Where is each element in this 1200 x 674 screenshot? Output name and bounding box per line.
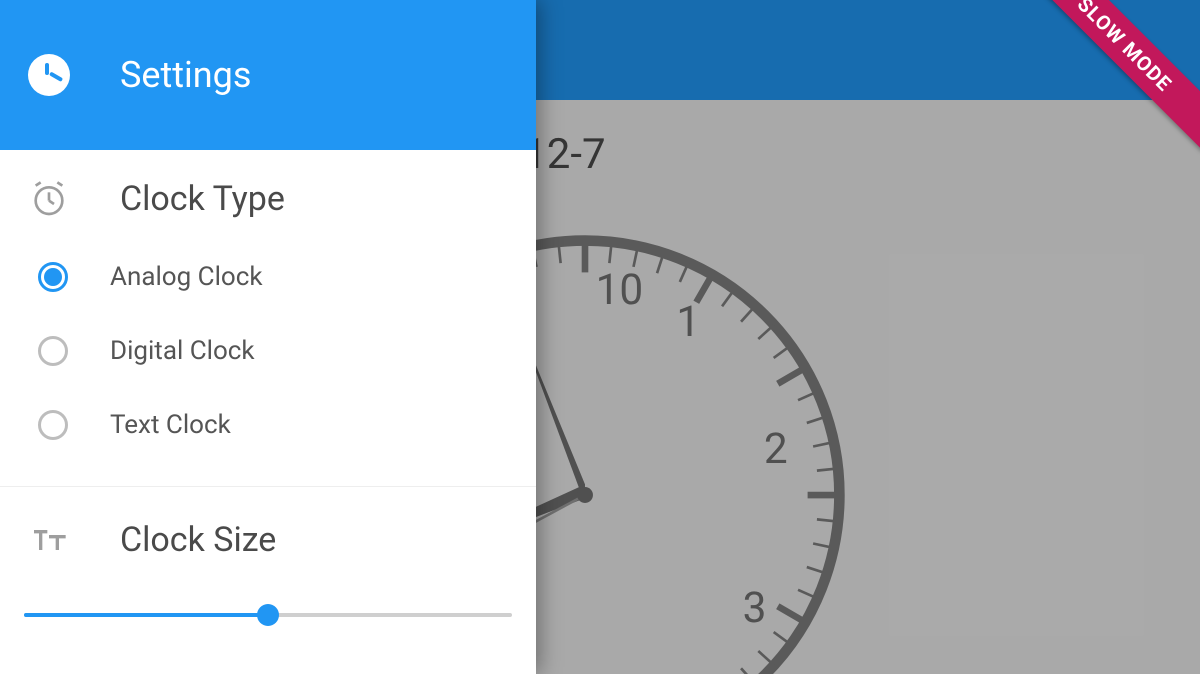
radio-icon bbox=[38, 262, 68, 292]
radio-label: Digital Clock bbox=[110, 336, 255, 366]
drawer-header: Settings bbox=[0, 0, 536, 150]
radio-digital-clock[interactable]: Digital Clock bbox=[0, 314, 536, 388]
slider-thumb[interactable] bbox=[257, 604, 279, 626]
radio-label: Text Clock bbox=[110, 410, 231, 440]
clock-type-options: Analog Clock Digital Clock Text Clock bbox=[0, 232, 536, 487]
section-clock-type: Clock Type bbox=[0, 150, 536, 232]
section-clock-type-label: Clock Type bbox=[120, 179, 285, 219]
clock-size-slider[interactable] bbox=[24, 603, 512, 627]
section-clock-size-label: Clock Size bbox=[120, 520, 276, 560]
text-size-icon bbox=[28, 519, 70, 561]
radio-label: Analog Clock bbox=[110, 262, 263, 292]
section-clock-size: Clock Size bbox=[0, 487, 536, 627]
drawer-title: Settings bbox=[120, 54, 251, 96]
radio-icon bbox=[38, 336, 68, 366]
radio-text-clock[interactable]: Text Clock bbox=[0, 388, 536, 462]
alarm-clock-icon bbox=[28, 178, 70, 220]
radio-analog-clock[interactable]: Analog Clock bbox=[0, 240, 536, 314]
clock-icon bbox=[28, 54, 70, 96]
radio-icon bbox=[38, 410, 68, 440]
settings-drawer: Settings Clock Type Analog Clock Digital… bbox=[0, 0, 536, 674]
slider-fill bbox=[24, 613, 268, 617]
